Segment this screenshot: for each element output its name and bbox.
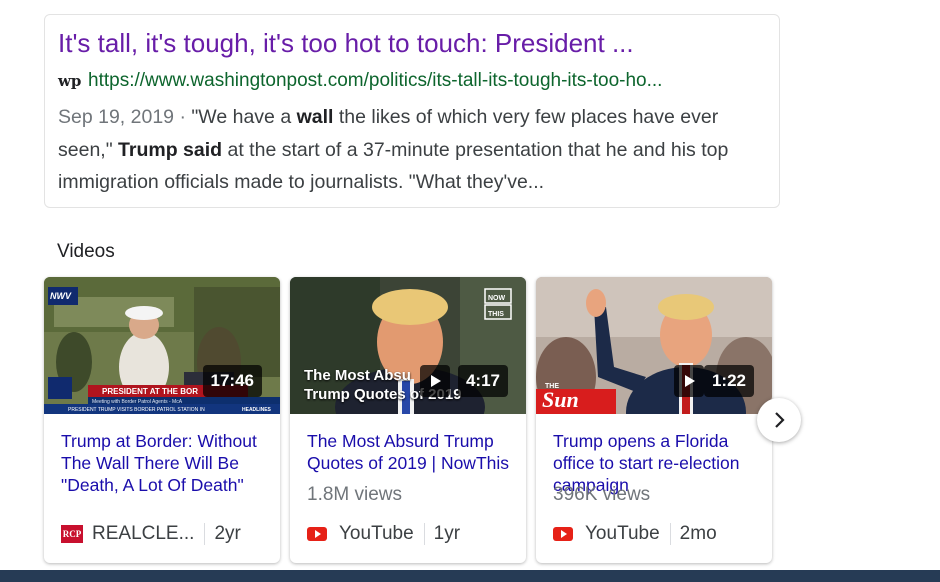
video-views: 396K views <box>553 484 651 505</box>
divider <box>204 523 206 545</box>
thumb-ticker-text: PRESIDENT TRUMP VISITS BORDER PATROL STA… <box>68 407 205 413</box>
video-card[interactable]: THE Sun 1:22 Trump opens a Florida offic… <box>536 277 772 563</box>
result-url-link[interactable]: https://www.washingtonpost.com/politics/… <box>88 70 662 92</box>
result-title-link[interactable]: It's tall, it's tough, it's too hot to t… <box>58 28 634 59</box>
divider <box>423 523 425 545</box>
video-thumbnail[interactable]: NOW THIS The Most Absu Trump Quotes of 2… <box>290 277 526 414</box>
youtube-icon <box>553 527 573 541</box>
result-snippet: Sep 19, 2019 · "We have a wall the likes… <box>58 101 758 199</box>
video-views: 1.8M views <box>307 484 403 505</box>
snippet-bold: Trump said <box>118 138 223 161</box>
video-age: 1yr <box>433 523 461 544</box>
washington-post-favicon-icon: wp <box>58 72 82 90</box>
video-duration: 17:46 <box>202 365 262 397</box>
snippet-separator: · <box>174 106 192 128</box>
thumb-badge-this: THIS <box>488 311 504 318</box>
divider <box>669 523 671 545</box>
thumb-banner-text: PRESIDENT AT THE BOR <box>102 387 198 396</box>
video-thumbnail[interactable]: NWV PRESIDENT AT THE BOR Meeting with Bo… <box>44 277 280 414</box>
video-source-name: YouTube <box>339 523 414 544</box>
video-thumbnail[interactable]: THE Sun 1:22 <box>536 277 772 414</box>
video-title-link[interactable]: The Most Absurd Trump Quotes of 2019 | N… <box>307 430 512 474</box>
chevron-right-icon <box>775 412 785 428</box>
thumb-channel-logo: NWV <box>50 291 72 301</box>
thumb-headlines-text: HEADLINES <box>242 407 272 413</box>
thumb-badge-now: NOW <box>488 295 506 302</box>
bottom-bar <box>0 570 940 582</box>
video-duration: 4:17 <box>457 365 508 397</box>
video-source-name: YouTube <box>585 523 660 544</box>
video-title-link[interactable]: Trump at Border: Without The Wall There … <box>61 430 266 496</box>
video-duration: 1:22 <box>703 365 754 397</box>
videos-section-title: Videos <box>57 241 115 262</box>
next-videos-button[interactable] <box>757 398 801 442</box>
youtube-icon <box>307 527 327 541</box>
thumb-overlay-text-1: The Most Absu <box>304 367 411 384</box>
video-source-name: REALCLE... <box>92 523 195 544</box>
search-result-card: It's tall, it's tough, it's too hot to t… <box>44 14 780 208</box>
the-sun-logo: Sun <box>542 387 579 412</box>
thumb-sub-text: Meeting with Border Patrol Agents - McA <box>92 399 183 405</box>
snippet-bold: wall <box>296 106 334 128</box>
video-age: 2yr <box>214 523 241 544</box>
result-url-row: wp https://www.washingtonpost.com/politi… <box>58 70 662 92</box>
video-age: 2mo <box>679 523 717 544</box>
video-card[interactable]: NOW THIS The Most Absu Trump Quotes of 2… <box>290 277 526 563</box>
rcp-icon: RCP <box>61 525 83 543</box>
video-source-row: YouTube 1yr <box>307 523 460 545</box>
snippet-text: "We have a <box>191 106 297 128</box>
result-date: Sep 19, 2019 <box>58 106 175 128</box>
video-source-row: YouTube 2mo <box>553 523 717 545</box>
video-source-row: RCP REALCLE... 2yr <box>61 523 241 545</box>
play-icon <box>674 365 704 397</box>
video-card[interactable]: NWV PRESIDENT AT THE BOR Meeting with Bo… <box>44 277 280 563</box>
play-icon <box>420 365 450 397</box>
